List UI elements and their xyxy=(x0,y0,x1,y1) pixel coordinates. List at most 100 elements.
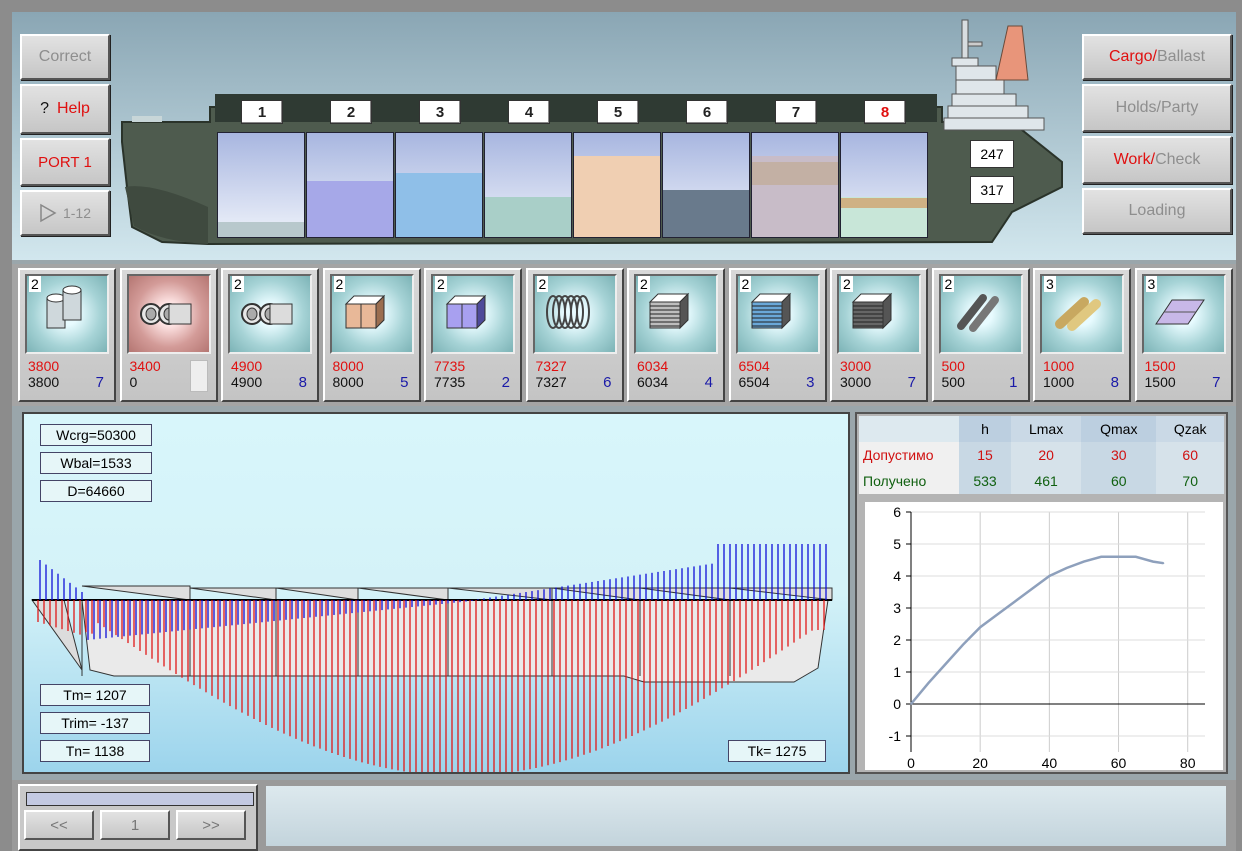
cargo-picture: 2 xyxy=(228,274,312,354)
cargo-item[interactable]: 2 500 500 1 xyxy=(931,268,1030,402)
cargo-picture: 2 xyxy=(938,274,1023,354)
cargo-item[interactable]: 2 6504 6504 3 xyxy=(728,268,827,402)
hold-top-outline xyxy=(357,587,449,601)
x-tick-label: 40 xyxy=(1042,755,1058,770)
hold-6[interactable] xyxy=(662,132,750,238)
cargo-item[interactable]: 2 3000 3000 7 xyxy=(830,268,928,402)
cargo-count: 3 xyxy=(1044,276,1056,292)
y-tick-label: 4 xyxy=(893,568,901,584)
cargo-picture: 2 xyxy=(532,274,617,354)
hold-number-1[interactable]: 1 xyxy=(241,100,283,124)
cargo-plan-weight: 6504 xyxy=(738,358,770,374)
y-tick-label: 1 xyxy=(893,664,901,680)
cargo-count: 2 xyxy=(942,276,955,292)
cargo-item[interactable]: 2 7735 7735 2 xyxy=(424,268,522,402)
stress-data-point xyxy=(1117,556,1120,558)
header-cell: Lmax xyxy=(1011,416,1082,442)
hold-4[interactable] xyxy=(484,132,572,238)
stress-chart: 0 20 40 60 80 6 5 4 3 2 1 0 -1 xyxy=(865,502,1223,770)
cargo-plan-weight: 3000 xyxy=(840,358,872,374)
cargo-hold-number: 7 xyxy=(95,374,104,391)
next-page-button[interactable]: >> xyxy=(176,810,246,840)
cargo-picture: 2 xyxy=(837,274,921,354)
cargo-item[interactable]: 2 8000 8000 5 xyxy=(322,268,421,402)
cargo-plan-weight: 7327 xyxy=(535,358,567,374)
cargo-count: 2 xyxy=(536,276,549,292)
cargo-picture: 2 xyxy=(431,274,515,354)
stress-data-point xyxy=(1048,575,1051,577)
y-tick-label: 2 xyxy=(893,632,901,648)
hold-5[interactable] xyxy=(573,132,661,238)
cargo-hold-number: 3 xyxy=(806,374,815,391)
hold-top-outline xyxy=(275,587,359,601)
correct-button[interactable]: Correct xyxy=(20,34,110,80)
cargo-count: 2 xyxy=(739,276,752,292)
work-check-button[interactable]: Work/Check xyxy=(1082,136,1232,184)
x-tick-label: 0 xyxy=(907,755,915,770)
prev-page-button[interactable]: << xyxy=(24,810,94,840)
hold-number-2[interactable]: 2 xyxy=(330,100,372,124)
cargo-ballast-button[interactable]: Cargo/Ballast xyxy=(1082,34,1232,80)
hold-top-outline xyxy=(639,587,731,601)
cargo-item[interactable]: 2 4900 4900 8 xyxy=(221,268,319,402)
wcrg-value: Wcrg=50300 xyxy=(40,424,152,446)
cargo-selector-row: 2 3800 3800 7 3400 0 2 4900 4900 8 2 8000 8000 5 2 7735… xyxy=(12,264,1236,406)
hold-number-6[interactable]: 6 xyxy=(686,100,728,124)
cargo-hold-number: 1 xyxy=(1009,374,1018,391)
trim-value: Trim= -137 xyxy=(40,712,150,734)
hold-1[interactable] xyxy=(217,132,305,238)
cargo-hold-number: 7 xyxy=(907,374,916,391)
ship-panel: 1 2 3 4 5 6 7 8 247 317 Correct ? Help PORT 1 1… xyxy=(12,12,1236,260)
help-mark: ? xyxy=(40,100,49,117)
hold-number-5[interactable]: 5 xyxy=(597,100,639,124)
hold-8[interactable] xyxy=(840,132,928,238)
stress-data-point xyxy=(1031,588,1033,590)
cargo-plan-weight: 1000 xyxy=(1043,358,1075,374)
page-progress-bar xyxy=(26,792,254,806)
bottom-bar: << 1 >> xyxy=(12,780,1236,851)
hold-fill-level xyxy=(663,190,749,237)
stress-data-point xyxy=(1083,560,1085,563)
hold-3[interactable] xyxy=(395,132,483,238)
hold-2[interactable] xyxy=(306,132,394,238)
allowed-label: Допустимо xyxy=(859,442,959,468)
help-button[interactable]: ? Help xyxy=(20,84,110,134)
hold-top-outline xyxy=(729,587,833,601)
page-number-button[interactable]: 1 xyxy=(100,810,170,840)
hold-number-8[interactable]: 8 xyxy=(864,100,906,124)
hold-number-3[interactable]: 3 xyxy=(419,100,461,124)
y-tick-label: 3 xyxy=(893,600,901,616)
play-triangle-icon xyxy=(40,203,57,223)
cargo-count: 2 xyxy=(29,276,41,292)
y-tick-label: 0 xyxy=(893,696,901,712)
allowed-qzak: 60 xyxy=(1156,442,1224,468)
hold-number-4[interactable]: 4 xyxy=(508,100,550,124)
ballast-label: Ballast xyxy=(1157,48,1206,65)
cargo-item[interactable]: 3 1500 1500 7 xyxy=(1134,268,1233,402)
allowed-h: 15 xyxy=(959,442,1012,468)
cargo-item[interactable]: 2 7327 7327 6 xyxy=(525,268,624,402)
cargo-picture: 3 xyxy=(1040,274,1124,354)
cargo-item[interactable]: 2 6034 6034 4 xyxy=(627,268,725,402)
obtained-qzak: 70 xyxy=(1156,468,1224,494)
hold-7[interactable] xyxy=(751,132,839,238)
cargo-loaded-weight: 8000 xyxy=(332,374,364,390)
cargo-loaded-weight: 3000 xyxy=(840,374,872,390)
stress-data-point xyxy=(962,644,964,646)
hold-number-7[interactable]: 7 xyxy=(775,100,817,124)
cargo-plan-weight: 6034 xyxy=(637,358,669,374)
cargo-plan-weight: 7735 xyxy=(434,358,466,374)
obtained-lmax: 461 xyxy=(1011,468,1082,494)
hold-top-outline xyxy=(81,585,191,601)
holds-party-button[interactable]: Holds/Party xyxy=(1082,84,1232,132)
range-button[interactable]: 1-12 xyxy=(20,190,110,236)
obtained-label: Получено xyxy=(859,468,959,494)
port-button[interactable]: PORT 1 xyxy=(20,138,110,186)
loading-button[interactable]: Loading xyxy=(1082,188,1232,234)
cargo-empty-slot xyxy=(189,360,208,392)
cargo-item[interactable]: 3400 0 xyxy=(119,268,218,402)
cargo-item[interactable]: 2 3800 3800 7 xyxy=(18,268,116,402)
cargo-item[interactable]: 3 1000 1000 8 xyxy=(1033,268,1131,402)
help-label: Help xyxy=(57,100,90,117)
hold-fill-band xyxy=(752,162,838,185)
